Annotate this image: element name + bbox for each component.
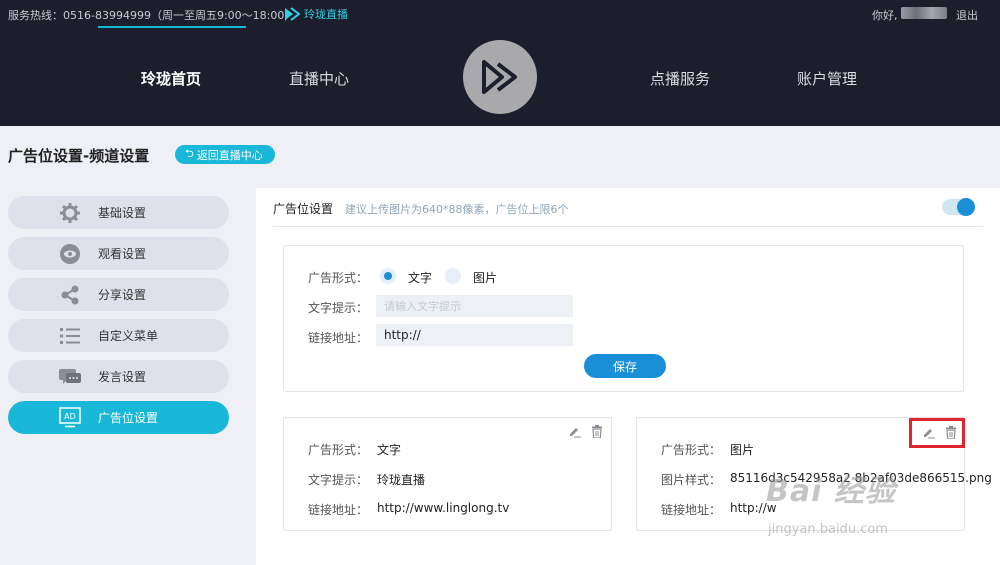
card-tip-value: 玲珑直播: [377, 473, 426, 487]
sidebar-item-label: 广告位设置: [98, 411, 159, 425]
eye-icon: [58, 243, 82, 265]
nav-live-center[interactable]: 直播中心: [289, 68, 349, 89]
nav-account[interactable]: 账户管理: [797, 68, 857, 89]
service-hotline: 服务热线：0516-83994999（周一至周五9:00～18:00）: [8, 9, 296, 22]
watermark-sub: jingyan.baidu.com: [768, 522, 888, 537]
panel-header: 广告位设置 建议上传图片为640*88像素，广告位上限6个: [273, 200, 569, 217]
card-type-value: 文字: [377, 443, 402, 457]
sidebar-item-basic[interactable]: 基础设置: [8, 196, 229, 229]
brand-link[interactable]: 玲珑直播: [284, 6, 348, 22]
card-link-value[interactable]: http://www.linglong.tv: [377, 501, 509, 515]
radio-text-label[interactable]: 文字: [408, 269, 432, 286]
save-button[interactable]: 保存: [584, 354, 666, 378]
baidu-jingyan-watermark: Bai 经验 jingyan.baidu.com: [766, 466, 896, 537]
sidebar-item-custom-menu[interactable]: 自定义菜单: [8, 319, 229, 352]
radio-text[interactable]: [380, 268, 396, 284]
brand-logo-icon: [285, 7, 300, 21]
greeting-text: 你好,: [872, 9, 898, 22]
upload-hint: 建议上传图片为640*88像素，广告位上限6个: [345, 203, 569, 216]
card-type-label: 广告形式：: [661, 443, 722, 457]
main-nav: 玲珑首页 直播中心 点播服务 账户管理: [0, 28, 1000, 126]
back-button-label: 返回直播中心: [196, 148, 263, 162]
logout-link[interactable]: 退出: [956, 7, 978, 23]
center-logo[interactable]: [463, 40, 537, 114]
back-to-live-button[interactable]: ⮌ 返回直播中心: [175, 145, 275, 164]
brand-name: 玲珑直播: [304, 8, 348, 21]
highlight-box: [909, 418, 965, 448]
share-icon: [58, 284, 82, 306]
text-tip-input[interactable]: [376, 295, 573, 317]
sidebar-item-ad[interactable]: AD 广告位设置: [8, 401, 229, 434]
ad-enable-toggle[interactable]: [942, 198, 975, 216]
ad-form: 广告形式： 文字 图片 文字提示： 链接地址： 保存: [283, 245, 964, 392]
sidebar-item-comment[interactable]: 发言设置: [8, 360, 229, 393]
link-label: 链接地址：: [308, 331, 369, 345]
link-input[interactable]: [376, 324, 573, 346]
play-logo-icon: [482, 60, 517, 94]
top-utility-bar: 服务热线：0516-83994999（周一至周五9:00～18:00） 玲珑直播…: [0, 0, 1000, 28]
return-arrow-icon: ⮌: [185, 147, 194, 160]
edit-icon[interactable]: [567, 424, 581, 438]
trash-icon[interactable]: [590, 424, 604, 438]
ad-type-label: 广告形式：: [308, 271, 369, 285]
page-title: 广告位设置-频道设置: [8, 147, 150, 165]
menu-list-icon: [58, 325, 82, 347]
watermark-main: Bai 经验: [766, 474, 896, 509]
card-tip-label: 文字提示：: [308, 473, 369, 487]
card-link-label: 链接地址：: [661, 503, 722, 517]
sidebar-item-view[interactable]: 观看设置: [8, 237, 229, 270]
sidebar-item-label: 自定义菜单: [98, 329, 159, 343]
radio-image[interactable]: [445, 268, 461, 284]
sidebar-item-label: 观看设置: [98, 247, 147, 261]
blurred-username: [901, 7, 947, 19]
sidebar-item-label: 基础设置: [98, 206, 147, 220]
toggle-knob: [957, 198, 975, 216]
ad-card-text: 广告形式： 文字 文字提示： 玲珑直播 链接地址： http://www.lin…: [283, 417, 612, 531]
gear-icon: [58, 202, 82, 224]
text-tip-label: 文字提示：: [308, 301, 369, 315]
sidebar-item-label: 发言设置: [98, 370, 147, 384]
sidebar-item-label: 分享设置: [98, 288, 147, 302]
nav-home[interactable]: 玲珑首页: [141, 68, 201, 89]
chat-icon: [58, 366, 82, 388]
panel-title: 广告位设置: [273, 202, 334, 216]
radio-image-label[interactable]: 图片: [473, 269, 497, 286]
svg-text:AD: AD: [64, 412, 76, 421]
nav-vod-service[interactable]: 点播服务: [650, 68, 710, 89]
card-image-label: 图片样式：: [661, 473, 722, 487]
divider: [273, 226, 983, 227]
sidebar-item-share[interactable]: 分享设置: [8, 278, 229, 311]
card-type-value: 图片: [730, 443, 755, 457]
card-link-label: 链接地址：: [308, 503, 369, 517]
card-type-label: 广告形式：: [308, 443, 369, 457]
ad-icon: AD: [58, 406, 82, 429]
